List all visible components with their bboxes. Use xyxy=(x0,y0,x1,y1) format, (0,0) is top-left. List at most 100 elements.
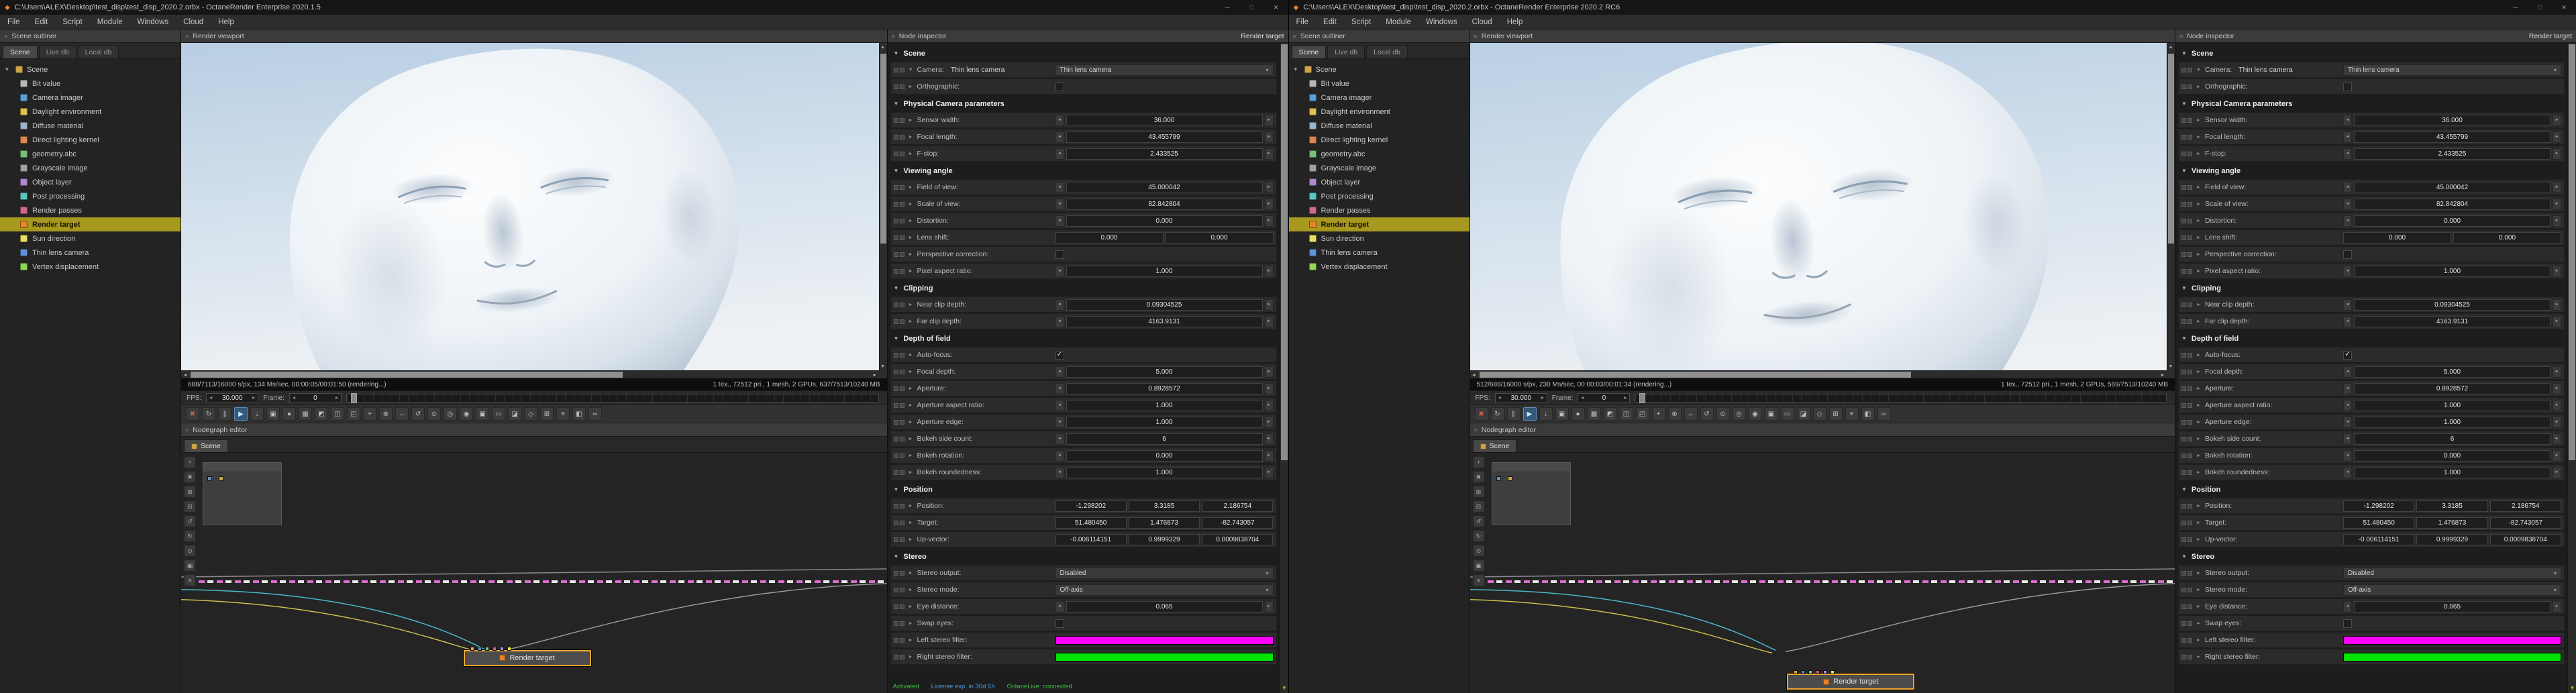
expander-icon[interactable]: ► xyxy=(2196,118,2202,123)
slider-value-input[interactable]: 6 xyxy=(2354,433,2551,445)
checkbox[interactable]: ✓ xyxy=(1055,350,1064,360)
tree-item-object-layer[interactable]: Object layer xyxy=(1289,175,1470,189)
slider-decrement-button[interactable]: ◄ xyxy=(1055,399,1064,411)
fps-input[interactable]: ◄ 30.000 ► xyxy=(1494,392,1547,403)
slider-decrement-button[interactable]: ◄ xyxy=(2343,131,2352,143)
slider-value-input[interactable]: 1.000 xyxy=(2354,265,2551,277)
expander-icon[interactable]: ► xyxy=(908,403,914,408)
expander-icon[interactable]: ► xyxy=(908,152,914,156)
slider-increment-button[interactable]: ► xyxy=(1264,449,1274,462)
checkbox[interactable] xyxy=(1055,619,1064,628)
title-bar[interactable]: ◆ C:\Users\ALEX\Desktop\test_disp\test_d… xyxy=(0,0,1288,15)
expander-icon[interactable]: ► xyxy=(2196,621,2202,626)
value-input[interactable]: 0.000 xyxy=(1055,231,1164,244)
slider-increment-button[interactable]: ► xyxy=(1264,366,1274,378)
slider-increment-button[interactable]: ► xyxy=(1264,181,1274,193)
orbit-icon[interactable]: ↺ xyxy=(411,407,425,421)
expander-icon[interactable]: ► xyxy=(908,638,914,643)
expander-icon[interactable]: ► xyxy=(908,621,914,626)
render-region-icon[interactable]: ▭ xyxy=(1780,407,1794,421)
expander-icon[interactable]: ▼ xyxy=(2196,68,2202,72)
expander-icon[interactable]: ► xyxy=(908,437,914,441)
timeline-slider[interactable] xyxy=(1635,392,2167,403)
tree-item-grayscale-image[interactable]: Grayscale image xyxy=(1289,161,1470,175)
slider-decrement-button[interactable]: ◄ xyxy=(1055,215,1064,227)
viewport-horizontal-scrollbar[interactable]: ◄ ► xyxy=(181,370,879,378)
stereo-mode-icon[interactable]: ◇ xyxy=(524,407,537,421)
redo-icon[interactable]: ↻ xyxy=(184,530,196,542)
nodegraph-tab-scene[interactable]: Scene xyxy=(1472,439,1517,452)
slider-value-input[interactable]: 5.000 xyxy=(2354,366,2551,378)
menu-cloud[interactable]: Cloud xyxy=(176,15,211,29)
menu-module[interactable]: Module xyxy=(1378,15,1419,29)
pan-icon[interactable]: ↔ xyxy=(1684,407,1698,421)
slider-value-input[interactable]: 1.000 xyxy=(2354,466,2551,478)
slider-value-input[interactable]: 45.000042 xyxy=(1066,181,1263,193)
expander-icon[interactable]: ► xyxy=(2196,588,2202,592)
slider-value-input[interactable]: 0.065 xyxy=(1066,600,1263,612)
color-swatch[interactable] xyxy=(1055,652,1274,661)
expander-icon[interactable]: ► xyxy=(908,252,914,257)
slider-increment-button[interactable]: ► xyxy=(2553,466,2561,478)
slider-decrement-button[interactable]: ◄ xyxy=(2343,449,2352,462)
node-pin-icon[interactable] xyxy=(1831,670,1835,675)
expander-icon[interactable]: ► xyxy=(2196,235,2202,240)
expander-icon[interactable]: ► xyxy=(2196,185,2202,190)
inspector-scrollbar[interactable]: ▼ xyxy=(1279,43,1288,693)
slider-value-input[interactable]: 36.000 xyxy=(1066,114,1263,126)
decal-mode-icon[interactable]: ◧ xyxy=(1861,407,1875,421)
expander-icon[interactable]: ► xyxy=(2196,537,2202,542)
fit-to-window-icon[interactable]: ◰ xyxy=(1635,407,1649,421)
expander-icon[interactable]: ► xyxy=(2196,437,2202,441)
menu-edit[interactable]: Edit xyxy=(1316,15,1344,29)
slider-decrement-button[interactable]: ◄ xyxy=(2343,366,2352,378)
copy-image-icon[interactable]: ▣ xyxy=(1555,407,1569,421)
fit-to-window-icon[interactable]: ◰ xyxy=(347,407,360,421)
slider-value-input[interactable]: 45.000042 xyxy=(2354,181,2551,193)
expander-icon[interactable]: ► xyxy=(2196,135,2202,140)
slider-increment-button[interactable]: ► xyxy=(1264,315,1274,327)
center-graph-icon[interactable]: ⊙ xyxy=(1472,545,1485,557)
outliner-tab-live-db[interactable]: Live db xyxy=(1327,46,1366,58)
decrement-icon[interactable]: ◄ xyxy=(1496,396,1504,401)
expander-icon[interactable]: ► xyxy=(908,269,914,274)
section-position[interactable]: ▼ Position xyxy=(890,481,1277,498)
section-scene[interactable]: ▼ Scene xyxy=(890,45,1277,62)
value-input[interactable]: -82.743057 xyxy=(1202,517,1274,529)
slider-decrement-button[interactable]: ◄ xyxy=(2343,466,2352,478)
maximize-button[interactable]: □ xyxy=(1240,0,1264,15)
group-node[interactable] xyxy=(203,462,282,525)
object-picker-icon[interactable]: ▣ xyxy=(1764,407,1778,421)
decal-mode-icon[interactable]: ◧ xyxy=(572,407,586,421)
color-swatch[interactable] xyxy=(1055,635,1274,645)
slider-value-input[interactable]: 6 xyxy=(1066,433,1263,445)
tree-item-direct-lighting-kernel[interactable]: Direct lighting kernel xyxy=(1289,133,1470,147)
save-image-icon[interactable]: ↓ xyxy=(250,407,264,421)
tree-item-daylight-environment[interactable]: Daylight environment xyxy=(0,105,181,119)
value-input[interactable]: -0.006114151 xyxy=(2343,533,2415,545)
expander-icon[interactable]: ► xyxy=(2196,269,2202,274)
dropdown[interactable]: Off-axis ▾ xyxy=(1055,584,1274,596)
delete-node-icon[interactable]: ✖ xyxy=(1472,471,1485,483)
value-input[interactable]: -1.298202 xyxy=(1055,500,1127,512)
value-input[interactable]: -1.298202 xyxy=(2343,500,2415,512)
slider-value-input[interactable]: 0.000 xyxy=(2354,449,2551,462)
slider-increment-button[interactable]: ► xyxy=(2553,181,2561,193)
slider-value-input[interactable]: 0.000 xyxy=(1066,449,1263,462)
slider-value-input[interactable]: 0.8928572 xyxy=(2354,382,2551,394)
redo-icon[interactable]: ↻ xyxy=(1472,530,1485,542)
expander-icon[interactable]: ► xyxy=(908,219,914,223)
slider-value-input[interactable]: 1.000 xyxy=(1066,416,1263,428)
fps-input[interactable]: ◄ 30.000 ► xyxy=(206,392,259,403)
checkbox[interactable] xyxy=(1055,250,1064,259)
value-input[interactable]: 0.0009838704 xyxy=(2489,533,2561,545)
tree-item-render-target[interactable]: Render target xyxy=(1288,217,1470,231)
slider-decrement-button[interactable]: ◄ xyxy=(1055,382,1064,394)
pan-icon[interactable]: ↔ xyxy=(395,407,409,421)
decrement-icon[interactable]: ◄ xyxy=(1578,396,1586,401)
camera-settings-icon[interactable]: ≡ xyxy=(556,407,570,421)
expander-icon[interactable]: ► xyxy=(908,386,914,391)
focus-picker-icon[interactable]: ⊙ xyxy=(1716,407,1730,421)
slider-decrement-button[interactable]: ◄ xyxy=(2343,315,2352,327)
menu-script[interactable]: Script xyxy=(1344,15,1378,29)
